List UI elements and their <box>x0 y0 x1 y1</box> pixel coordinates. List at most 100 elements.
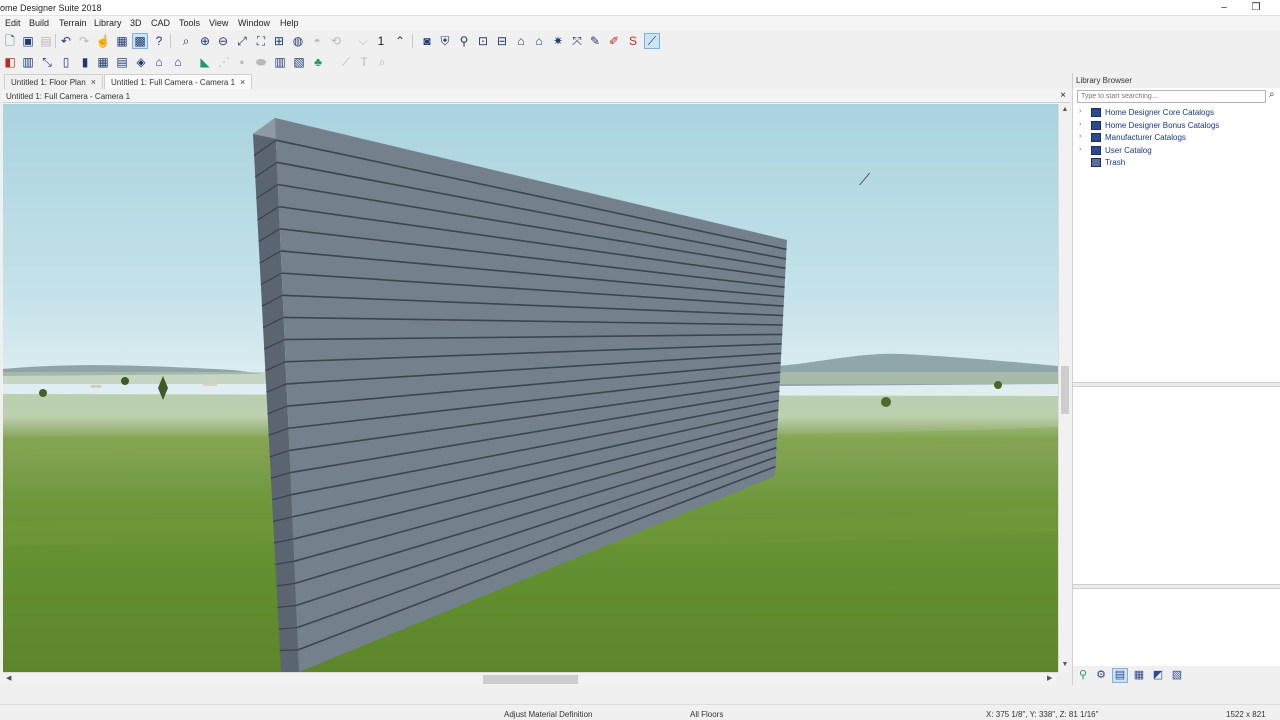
terrain-icon[interactable]: ◣ <box>197 54 213 70</box>
select-objects-icon[interactable]: ☝ <box>95 33 111 49</box>
close-window-button[interactable] <box>1272 0 1280 16</box>
vertical-scrollbar[interactable]: ▲ ▼ <box>1058 104 1070 672</box>
build-menu-icon[interactable]: ◧ <box>2 54 18 70</box>
menu-view[interactable]: View <box>209 18 228 28</box>
tab-floor-plan[interactable]: Untitled 1: Floor Plan × <box>4 74 103 89</box>
library-options-icon[interactable]: ▧ <box>1169 668 1185 683</box>
shelf-icon[interactable]: ▤ <box>114 54 130 70</box>
walkthrough-icon[interactable]: ⚲ <box>456 33 472 49</box>
pan-icon[interactable]: ◓ <box>309 33 325 49</box>
tree-item-bonus-catalogs[interactable]: › Home Designer Bonus Catalogs <box>1077 120 1277 133</box>
library-view-icon[interactable]: ▤ <box>1112 668 1128 683</box>
fixture-icon[interactable]: ⌂ <box>170 54 186 70</box>
panel-splitter[interactable] <box>1073 382 1280 387</box>
menu-build[interactable]: Build <box>29 18 49 28</box>
horizontal-scrollbar[interactable]: ◀ ▶ <box>3 672 1058 685</box>
cabinet-icon[interactable]: ▯ <box>58 54 74 70</box>
restore-button[interactable]: ❐ <box>1240 0 1272 16</box>
door-icon[interactable]: ▮ <box>77 54 93 70</box>
expand-arrow-icon[interactable]: › <box>1079 121 1081 128</box>
close-tab-icon[interactable]: × <box>91 77 96 87</box>
library-search-input[interactable] <box>1077 90 1266 103</box>
plant-icon[interactable]: ♣ <box>310 54 326 70</box>
menu-edit[interactable]: Edit <box>5 18 21 28</box>
path-icon[interactable]: ⋰ <box>216 54 232 70</box>
roof-icon[interactable]: ⌂ <box>151 54 167 70</box>
tab-full-camera[interactable]: Untitled 1: Full Camera - Camera 1 × <box>104 74 253 89</box>
menu-3d[interactable]: 3D <box>130 18 142 28</box>
lighting-icon[interactable]: ✷ <box>550 33 566 49</box>
search-icon[interactable]: ⌕ <box>1269 89 1280 103</box>
scroll-right-icon[interactable]: ▶ <box>1047 674 1052 682</box>
library-detail-icon[interactable]: ▦ <box>1131 668 1147 683</box>
refresh-icon[interactable]: ⟲ <box>328 33 344 49</box>
down-floor-icon[interactable]: ⌵ <box>355 33 371 49</box>
menu-cad[interactable]: CAD <box>151 18 170 28</box>
expand-arrow-icon[interactable]: › <box>1079 146 1081 153</box>
wall-tools-icon[interactable]: ▥ <box>20 54 36 70</box>
close-tab-icon[interactable]: × <box>240 77 245 87</box>
scroll-down-icon[interactable]: ▼ <box>1059 661 1071 668</box>
undo-icon[interactable]: ↶ <box>58 33 74 49</box>
tree-item-user-catalog[interactable]: › User Catalog <box>1077 145 1277 158</box>
window-tool-icon[interactable]: ▦ <box>95 54 111 70</box>
menu-window[interactable]: Window <box>238 18 270 28</box>
perspective-camera-icon[interactable]: ⊡ <box>475 33 491 49</box>
print-icon[interactable]: ▤ <box>38 33 54 49</box>
menu-help[interactable]: Help <box>280 18 299 28</box>
expand-arrow-icon[interactable]: › <box>1079 133 1081 140</box>
zoom-out-icon[interactable]: ⊖ <box>215 33 231 49</box>
undo-zoom-icon[interactable]: ⤢ <box>234 33 250 49</box>
material-painter-icon[interactable]: ✐ <box>606 33 622 49</box>
menu-terrain[interactable]: Terrain <box>59 18 87 28</box>
camera-viewport[interactable]: ⟋ <box>3 104 1058 672</box>
dimension-icon[interactable]: ⤡ <box>39 54 55 70</box>
tree-item-manufacturer-catalogs[interactable]: › Manufacturer Catalogs <box>1077 132 1277 145</box>
library-search-icon[interactable]: ⚲ <box>1075 668 1091 683</box>
horizontal-scroll-thumb[interactable] <box>483 675 578 684</box>
new-file-icon[interactable]: 🗋 <box>2 33 18 49</box>
text-arrow-icon[interactable]: ⟋ <box>338 54 354 70</box>
tree-item-core-catalogs[interactable]: › Home Designer Core Catalogs <box>1077 107 1277 120</box>
minimize-button[interactable]: ‒ <box>1208 0 1240 16</box>
library-filter-icon[interactable]: ⚙ <box>1093 668 1109 683</box>
vertical-scroll-thumb[interactable] <box>1061 366 1069 414</box>
rendering-icon[interactable]: S <box>625 33 641 49</box>
menu-library[interactable]: Library <box>94 18 122 28</box>
stairs-icon[interactable]: ◈ <box>133 54 149 70</box>
close-document-icon[interactable]: × <box>1060 90 1066 101</box>
elevation-icon[interactable]: ⌂ <box>513 33 529 49</box>
framing-icon[interactable]: ▥ <box>272 54 288 70</box>
material-eyedropper-icon[interactable]: ✎ <box>587 33 603 49</box>
shape-icon[interactable]: ▪ <box>234 54 250 70</box>
callout-icon[interactable]: ⌕ <box>374 54 390 70</box>
tree <box>121 377 129 385</box>
scroll-up-icon[interactable]: ▲ <box>1059 106 1071 113</box>
up-floor-icon[interactable]: ⌃ <box>392 33 408 49</box>
cross-section-icon[interactable]: ⊟ <box>494 33 510 49</box>
camera-move-icon[interactable]: ⤧ <box>569 33 585 49</box>
tree-item-trash[interactable]: Trash <box>1077 157 1277 170</box>
adjust-material-definition-icon[interactable]: ⟋ <box>644 33 660 49</box>
text-icon[interactable]: T <box>356 54 372 70</box>
oval-icon[interactable]: ⬬ <box>253 54 269 70</box>
dollhouse-view-icon[interactable]: ⛨ <box>437 33 453 49</box>
help-icon[interactable]: ? <box>151 33 167 49</box>
scroll-left-icon[interactable]: ◀ <box>6 674 11 682</box>
redo-icon[interactable]: ↷ <box>76 33 92 49</box>
library-object-icon[interactable]: ▧ <box>291 54 307 70</box>
house-view-icon[interactable]: ⌂ <box>531 33 547 49</box>
fill-window-building-icon[interactable]: ⊞ <box>271 33 287 49</box>
swap-view-icon[interactable]: ◍ <box>290 33 306 49</box>
panel-splitter[interactable] <box>1073 584 1280 589</box>
expand-arrow-icon[interactable]: › <box>1079 108 1081 115</box>
save-icon[interactable]: ▣ <box>20 33 36 49</box>
adjust-material-icon[interactable]: ▩ <box>132 33 148 49</box>
camera-icon[interactable]: ◙ <box>419 33 435 49</box>
zoom-in-icon[interactable]: ⊕ <box>197 33 213 49</box>
open-object-icon[interactable]: ▦ <box>114 33 130 49</box>
zoom-icon[interactable]: ⌕ <box>178 33 194 49</box>
fill-window-icon[interactable]: ⛶ <box>253 33 269 49</box>
library-add-icon[interactable]: ◩ <box>1150 668 1166 683</box>
menu-tools[interactable]: Tools <box>179 18 200 28</box>
